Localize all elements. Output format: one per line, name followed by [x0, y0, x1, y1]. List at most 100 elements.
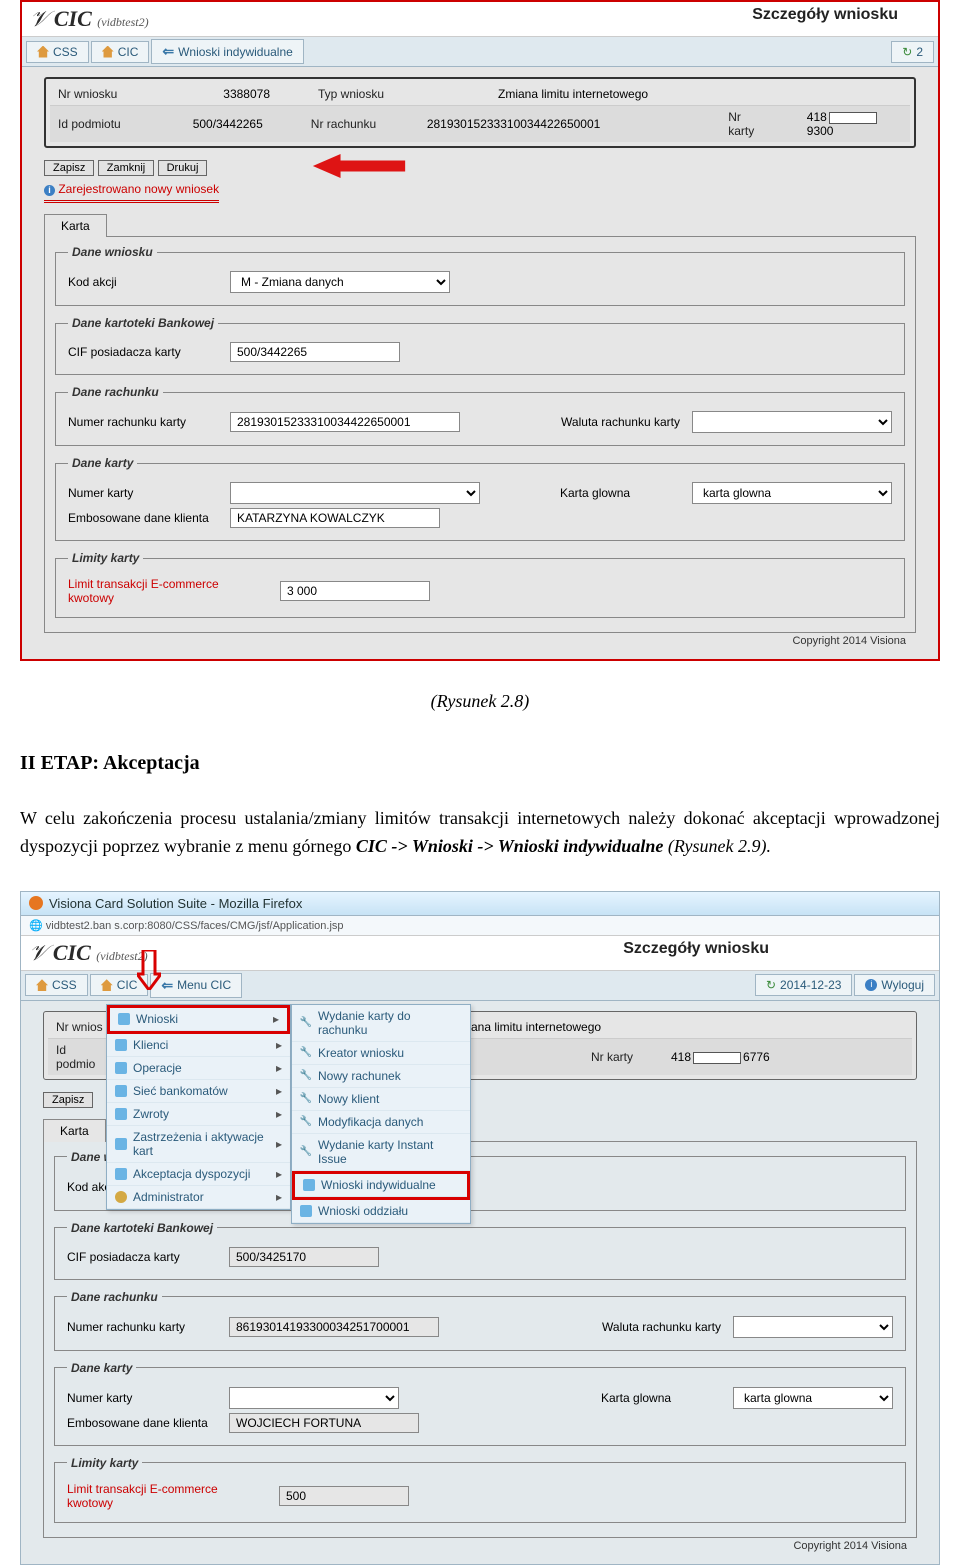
emboss-input[interactable]	[230, 508, 440, 528]
limit-label: Limit transakcji E-commerce kwotowy	[67, 1482, 267, 1510]
tool-icon: 🔧	[300, 1047, 312, 1059]
sheet-icon	[115, 1039, 127, 1051]
section-title: II ETAP: Akceptacja	[20, 752, 940, 775]
menu-highlight-wnioski: Wnioski	[107, 1005, 290, 1034]
menu-item-zwroty[interactable]: Zwroty	[107, 1103, 290, 1126]
waluta-select[interactable]	[733, 1316, 893, 1338]
karta-glowna-select[interactable]: karta glowna	[733, 1387, 893, 1409]
nr-rachunku-label: Nr rachunku	[307, 115, 423, 133]
tool-icon: 🔧	[300, 1017, 312, 1029]
tool-icon: 🔧	[300, 1116, 312, 1128]
submenu-item-oddzialu[interactable]: Wnioski oddziału	[292, 1200, 470, 1223]
fieldset-limity-karty: Limity karty Limit transakcji E-commerce…	[55, 551, 905, 618]
nr-karty-label: Nr karty	[587, 1048, 637, 1066]
toolbar-css[interactable]: CSS	[26, 41, 89, 63]
figure-caption: (Rysunek 2.8)	[0, 691, 960, 712]
fieldset-dane-kartoteki: Dane kartoteki Bankowej CIF posiadacza k…	[54, 1221, 906, 1280]
cif-label: CIF posiadacza karty	[67, 1250, 217, 1264]
menu-item-wnioski[interactable]: Wnioski	[110, 1008, 287, 1031]
window-title: Visiona Card Solution Suite - Mozilla Fi…	[49, 896, 302, 911]
toolbar-badge[interactable]: ↻ 2	[891, 41, 934, 63]
tab-karta[interactable]: Karta	[44, 214, 107, 237]
numer-rachunku-label: Numer rachunku karty	[68, 415, 218, 429]
toolbar-css[interactable]: CSS	[25, 974, 88, 996]
numer-rachunku-input[interactable]	[230, 412, 460, 432]
submenu-item-wydanie[interactable]: 🔧Wydanie karty do rachunku	[292, 1005, 470, 1042]
menu-item-klienci[interactable]: Klienci	[107, 1034, 290, 1057]
print-button[interactable]: Drukuj	[158, 160, 208, 176]
screenshot-2-8: 𝒱 CIC (vidbtest2) Szczegóły wniosku CSS …	[20, 0, 940, 661]
menu-item-operacje[interactable]: Operacje	[107, 1057, 290, 1080]
tab-karta[interactable]: Karta	[43, 1119, 106, 1142]
menu-item-zastrz[interactable]: Zastrzeżenia i aktywacje kart	[107, 1126, 290, 1163]
numer-rachunku-input[interactable]	[229, 1317, 439, 1337]
nr-karty-label: Nr karty	[724, 108, 773, 140]
cif-input[interactable]	[229, 1247, 379, 1267]
home-icon	[101, 979, 113, 991]
sheet-icon	[118, 1013, 130, 1025]
submenu-item-nowy-klient[interactable]: 🔧Nowy klient	[292, 1088, 470, 1111]
sheet-icon	[115, 1108, 127, 1120]
limit-input[interactable]	[280, 581, 430, 601]
menu-item-siec[interactable]: Sieć bankomatów	[107, 1080, 290, 1103]
sheet-icon	[115, 1085, 127, 1097]
sheet-icon	[115, 1138, 127, 1150]
submenu-item-modyfikacja[interactable]: 🔧Modyfikacja danych	[292, 1111, 470, 1134]
limit-input[interactable]	[279, 1486, 409, 1506]
fieldset-dane-karty: Dane karty Numer karty Karta glowna kart…	[54, 1361, 906, 1446]
karta-glowna-select[interactable]: karta glowna	[692, 482, 892, 504]
copyright: Copyright 2014 Visiona	[43, 1538, 917, 1554]
notice-registered: i Zarejestrowano nowy wniosek	[44, 180, 219, 203]
id-podmiotu-value: 500/3442265	[151, 115, 267, 133]
screenshot-2-9: Visiona Card Solution Suite - Mozilla Fi…	[20, 891, 940, 1565]
fieldset-dane-karty: Dane karty Numer karty Karta glowna kart…	[55, 456, 905, 541]
cif-input[interactable]	[230, 342, 400, 362]
red-arrow-left-icon	[309, 154, 409, 178]
sheet-icon	[115, 1062, 127, 1074]
close-button[interactable]: Zamknij	[98, 160, 155, 176]
url-bar[interactable]: 🌐 vidbtest2.ban s.corp:8080/CSS/faces/CM…	[21, 916, 939, 936]
kod-akcji-select[interactable]: M - Zmiana danych	[230, 271, 450, 293]
numer-rachunku-label: Numer rachunku karty	[67, 1320, 217, 1334]
submenu-item-kreator[interactable]: 🔧Kreator wniosku	[292, 1042, 470, 1065]
waluta-select[interactable]	[692, 411, 892, 433]
info-icon: i	[865, 979, 877, 991]
save-button[interactable]: Zapisz	[43, 1092, 93, 1108]
submenu-item-instant[interactable]: 🔧Wydanie karty Instant Issue	[292, 1134, 470, 1171]
back-icon: ⇐	[161, 977, 173, 994]
nr-rachunku-value: 28193015233310034422650001	[423, 115, 664, 133]
home-icon	[37, 46, 49, 58]
submenu-item-nowy-rachunek[interactable]: 🔧Nowy rachunek	[292, 1065, 470, 1088]
karta-glowna-label: Karta glowna	[601, 1391, 721, 1405]
toolbar-menu-cic[interactable]: ⇐Menu CIC	[150, 973, 242, 998]
page-title: Szczegóły wniosku	[623, 940, 769, 958]
paragraph: W celu zakończenia procesu ustalania/zmi…	[20, 805, 940, 861]
numer-karty-select[interactable]	[229, 1387, 399, 1409]
numer-karty-select[interactable]	[230, 482, 480, 504]
toolbar: CSS CIC ⇐Wnioski indywidualne ↻ 2	[22, 37, 938, 67]
submenu-item-indywidualne[interactable]: Wnioski indywidualne	[295, 1174, 467, 1197]
nr-wniosku-label: Nr wnios	[52, 1018, 107, 1036]
id-podmiotu-label: Id podmiotu	[54, 115, 151, 133]
app-header: 𝒱 CIC (vidbtest2) Szczegóły wniosku	[22, 2, 938, 37]
tool-icon: 🔧	[300, 1146, 312, 1158]
tool-icon: 🔧	[300, 1093, 312, 1105]
kod-akcji-label: Kod akcji	[68, 275, 218, 289]
logout-button[interactable]: i Wyloguj	[854, 974, 935, 996]
numer-karty-label: Numer karty	[68, 486, 218, 500]
nr-karty-value: 4189300	[803, 108, 906, 140]
fieldset-dane-wniosku: Dane wniosku Kod akcji M - Zmiana danych	[55, 245, 905, 306]
request-summary: Nr wniosku 3388078 Typ wniosku Zmiana li…	[44, 77, 916, 148]
toolbar-back[interactable]: ⇐Wnioski indywidualne	[151, 39, 303, 64]
firefox-icon	[29, 896, 43, 910]
typ-wniosku-label: Typ wniosku	[314, 85, 434, 103]
nr-karty-value: 4186776	[667, 1048, 774, 1066]
typ-wniosku-value: Zmiana limitu internetowego	[494, 85, 652, 103]
save-button[interactable]: Zapisz	[44, 160, 94, 176]
toolbar-cic[interactable]: CIC	[91, 41, 150, 63]
menu-item-admin[interactable]: Administrator	[107, 1186, 290, 1209]
cif-label: CIF posiadacza karty	[68, 345, 218, 359]
numer-karty-label: Numer karty	[67, 1391, 217, 1405]
toolbar-date[interactable]: ↻ 2014-12-23	[755, 974, 852, 996]
menu-item-akcept[interactable]: Akceptacja dyspozycji	[107, 1163, 290, 1186]
